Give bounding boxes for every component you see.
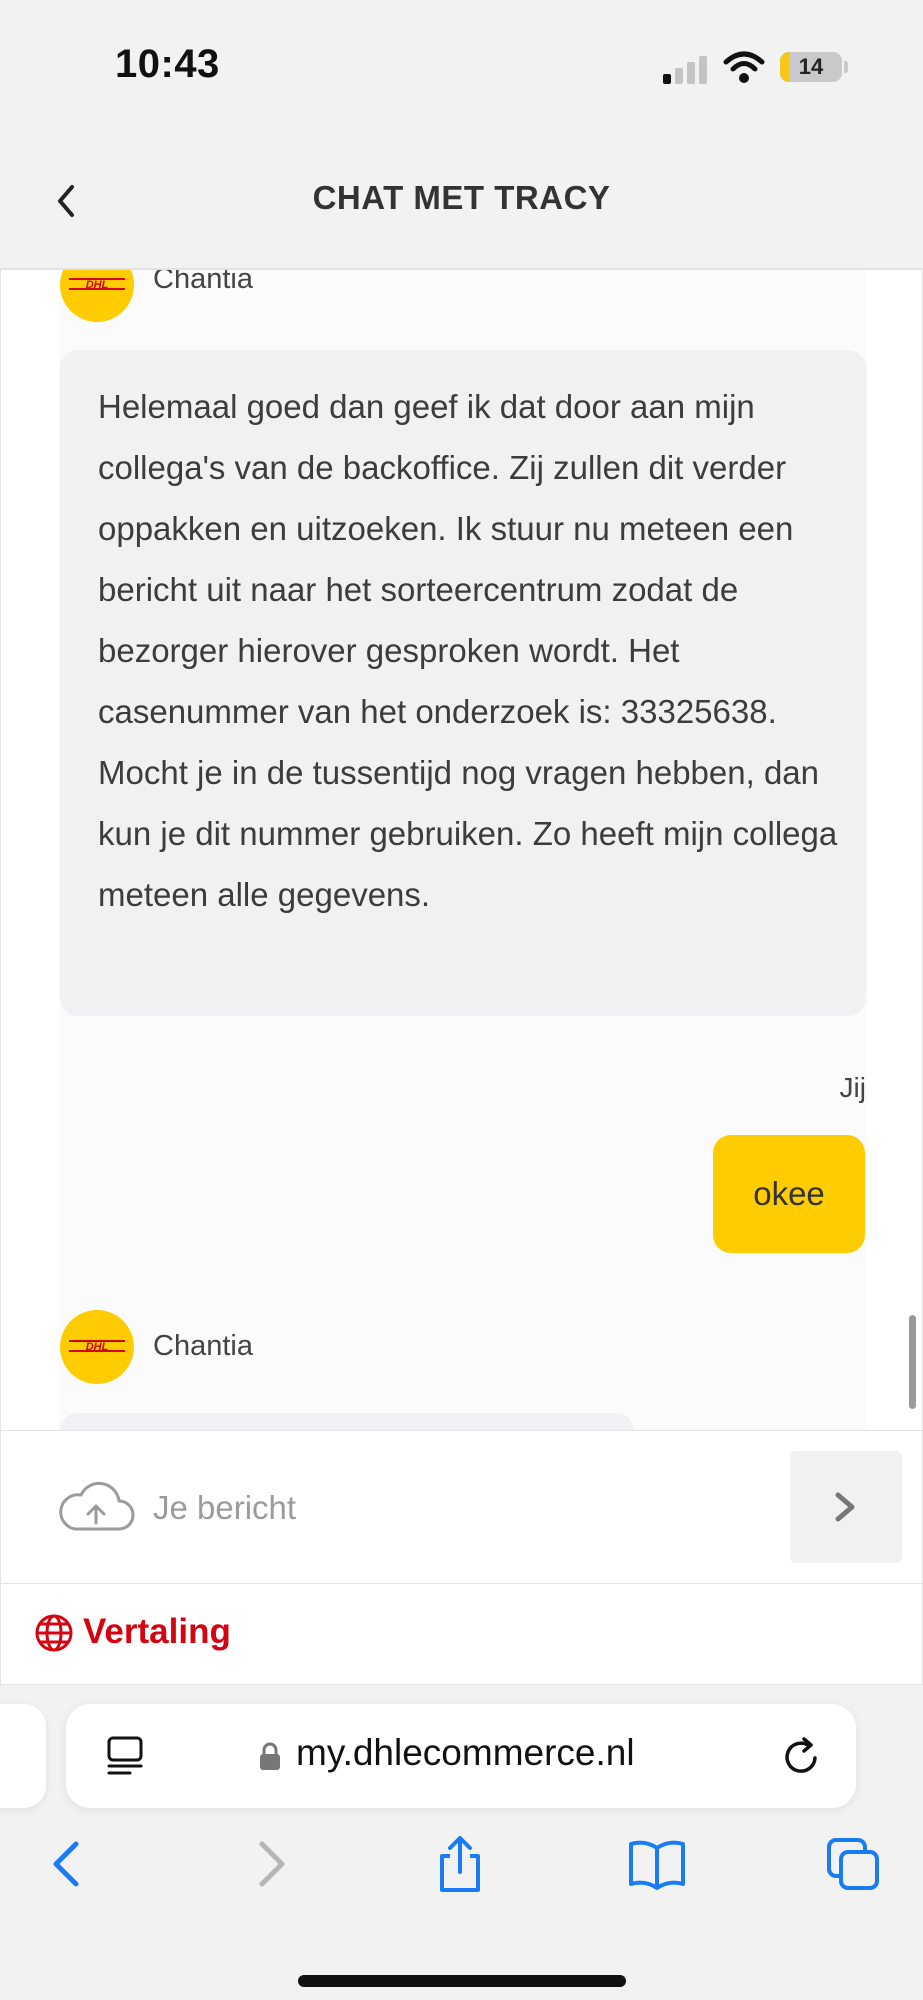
message-input[interactable]	[151, 1477, 755, 1539]
agent-message-bubble-partial	[60, 1413, 634, 1430]
svg-text:DHL: DHL	[86, 1341, 109, 1353]
status-time: 10:43	[115, 42, 220, 86]
agent-name: Chantia	[153, 270, 253, 295]
agent-name: Chantia	[153, 1330, 253, 1362]
back-arrow-icon[interactable]	[40, 1836, 100, 1892]
tabs-icon[interactable]	[823, 1836, 883, 1892]
home-indicator[interactable]	[298, 1975, 626, 1987]
page-title: CHAT MET TRACY	[312, 179, 611, 216]
battery-icon: 14	[780, 52, 842, 82]
bookmarks-icon[interactable]	[627, 1836, 687, 1892]
agent-message-text: Helemaal goed dan geef ik dat door aan m…	[98, 388, 838, 913]
wifi-icon	[723, 51, 765, 83]
address-bar[interactable]: my.dhlecommerce.nl	[66, 1704, 856, 1808]
previous-tab-preview[interactable]	[0, 1704, 46, 1808]
agent-avatar: DHL	[60, 1310, 134, 1384]
status-bar: 10:43 14	[0, 0, 923, 135]
dhl-logo-icon: DHL	[69, 278, 125, 291]
user-message-bubble: okee	[713, 1135, 865, 1253]
reader-mode-icon[interactable]	[106, 1736, 144, 1776]
lock-icon	[260, 1742, 280, 1770]
battery-level: 14	[798, 54, 824, 79]
globe-icon	[35, 1614, 73, 1652]
svg-text:DHL: DHL	[86, 279, 109, 291]
dhl-logo-icon: DHL	[69, 1340, 125, 1353]
url-text: my.dhlecommerce.nl	[296, 1732, 635, 1773]
chevron-right-icon	[835, 1492, 855, 1522]
browser-toolbar: my.dhlecommerce.nl	[0, 1686, 923, 2000]
cellular-signal-icon	[663, 56, 707, 84]
chat-header: CHAT MET TRACY	[0, 135, 923, 270]
user-sender-label: Jij	[839, 1072, 866, 1103]
battery-nub	[844, 61, 848, 73]
forward-arrow-icon[interactable]	[238, 1836, 298, 1892]
reload-icon[interactable]	[782, 1736, 822, 1778]
chat-scrollbar[interactable]	[909, 1315, 916, 1409]
share-icon[interactable]	[430, 1836, 490, 1892]
agent-message-bubble: Helemaal goed dan geef ik dat door aan m…	[60, 350, 866, 1016]
message-composer	[0, 1430, 923, 1584]
cloud-upload-icon[interactable]	[57, 1479, 135, 1535]
chat-conversation: DHL Chantia Helemaal goed dan geef ik da…	[0, 270, 923, 1430]
translation-bar[interactable]: Vertaling	[0, 1583, 923, 1685]
send-button[interactable]	[790, 1451, 902, 1563]
translation-label[interactable]: Vertaling	[83, 1612, 231, 1652]
